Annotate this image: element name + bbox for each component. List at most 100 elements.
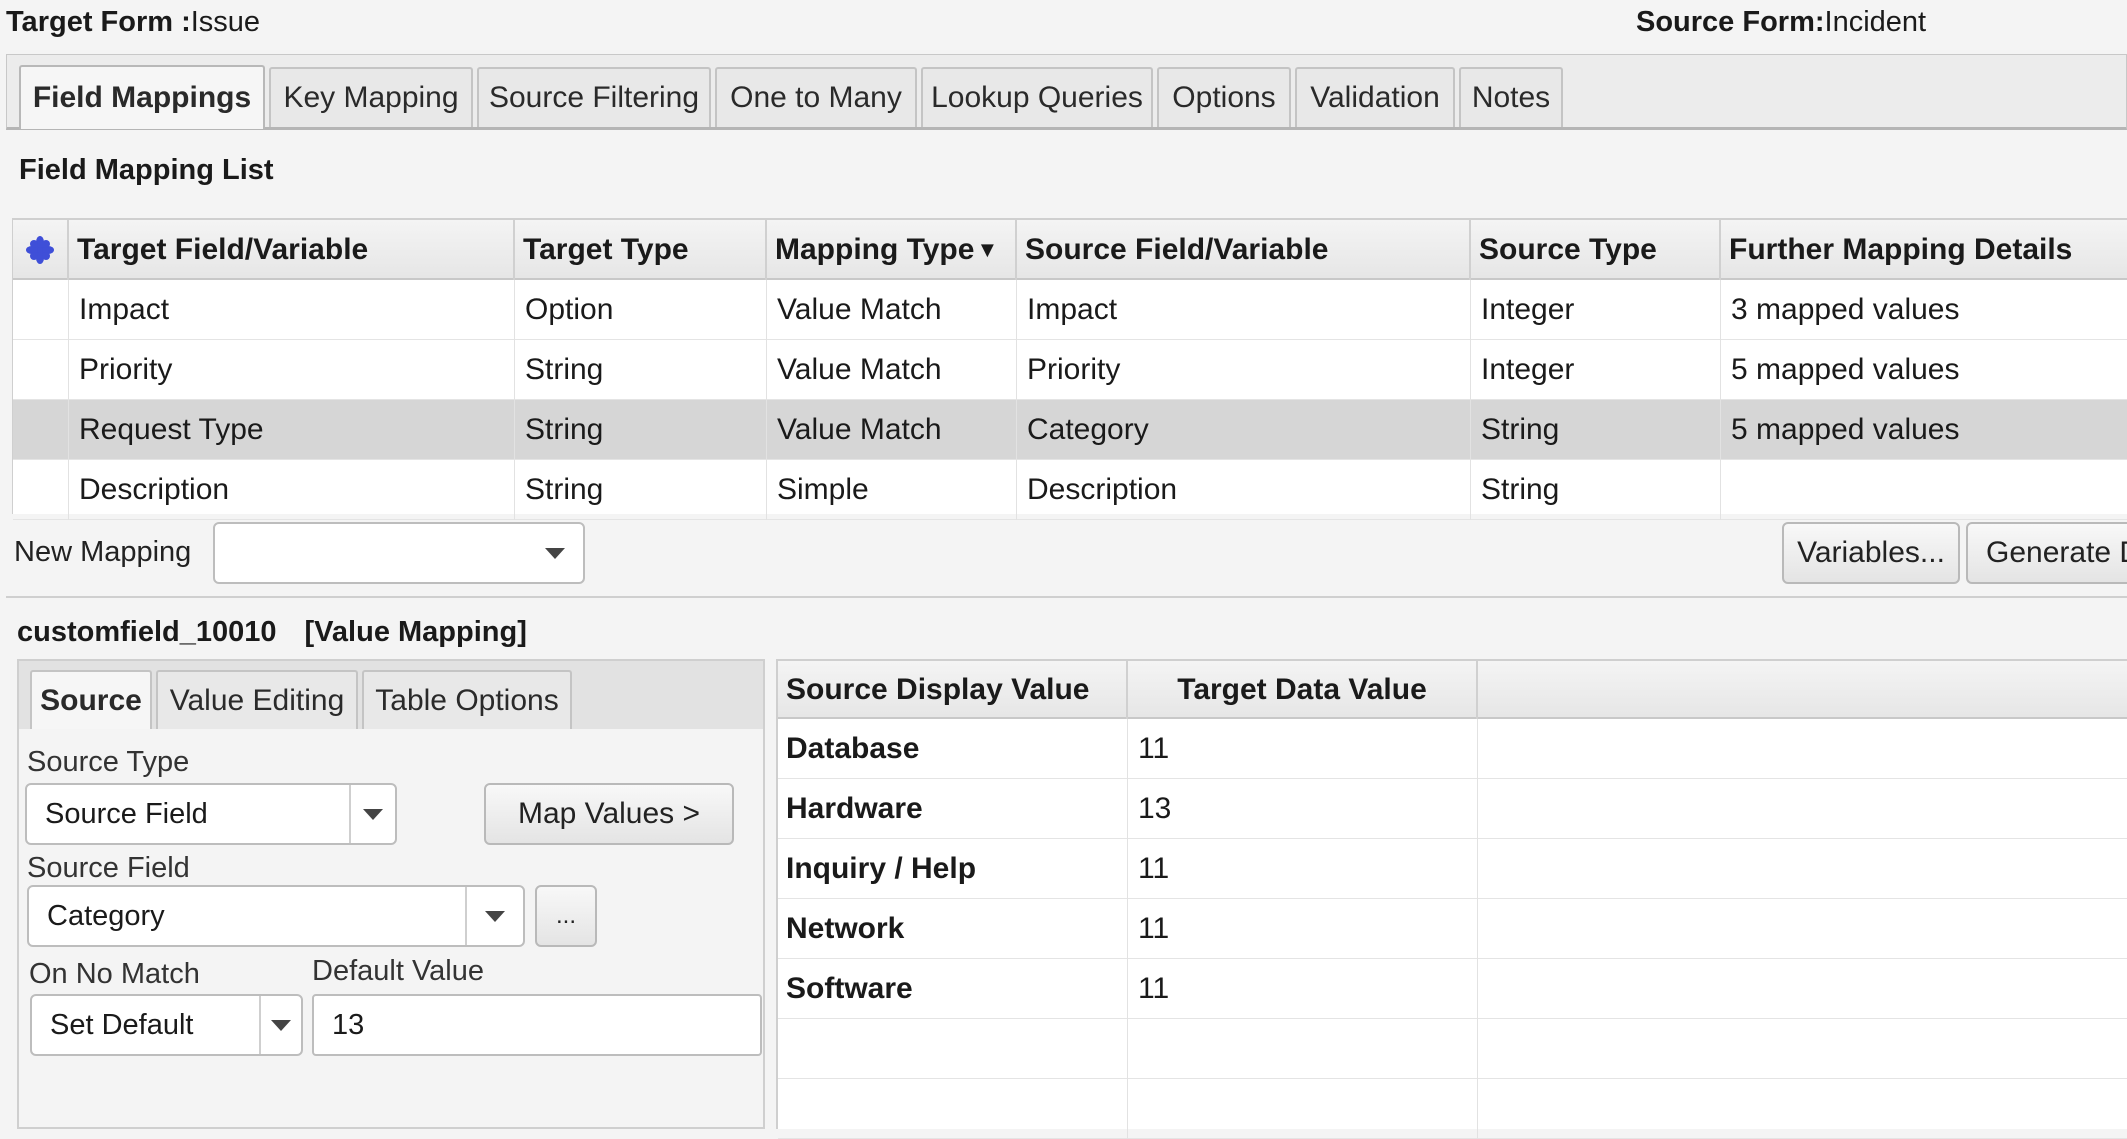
value-row[interactable]: Software 11 bbox=[778, 959, 2127, 1019]
cell-mapping-type: Simple bbox=[767, 460, 1017, 520]
field-mapping-table: Target Field/Variable Target Type Mappin… bbox=[12, 218, 2127, 520]
cell-target: Request Type bbox=[69, 400, 515, 460]
cell-source-type: Integer bbox=[1471, 340, 1721, 400]
tab-key-mapping[interactable]: Key Mapping bbox=[269, 67, 473, 127]
cell-target-data: 11 bbox=[1128, 899, 1478, 959]
dropdown-separator bbox=[259, 996, 261, 1054]
cell-source-display: Hardware bbox=[778, 779, 1128, 839]
field-mapping-list-title: Field Mapping List bbox=[19, 154, 274, 186]
detail-mapping-kind: [Value Mapping] bbox=[304, 616, 527, 648]
default-value-text: 13 bbox=[332, 1009, 365, 1041]
row-gutter bbox=[13, 340, 69, 400]
tab-value-editing[interactable]: Value Editing bbox=[156, 670, 358, 730]
cell-details: 3 mapped values bbox=[1731, 293, 1960, 326]
tab-table-options[interactable]: Table Options bbox=[362, 670, 572, 730]
value-row[interactable]: Database 11 bbox=[778, 719, 2127, 779]
cell-details: 5 mapped values bbox=[1731, 413, 1960, 446]
chevron-down-icon bbox=[545, 548, 565, 559]
tab-source[interactable]: Source bbox=[30, 670, 152, 730]
value-row[interactable]: Hardware 13 bbox=[778, 779, 2127, 839]
dropdown-separator bbox=[465, 887, 467, 945]
empty-row bbox=[778, 1079, 2127, 1139]
cell-source-type: String bbox=[1471, 460, 1721, 520]
cell-target-type: Option bbox=[515, 280, 767, 340]
column-source-display-value[interactable]: Source Display Value bbox=[778, 661, 1128, 719]
empty-cell bbox=[778, 1079, 1128, 1139]
row-gutter bbox=[13, 460, 69, 520]
cell-source: Priority bbox=[1017, 340, 1471, 400]
column-mapping-type[interactable]: Mapping Type ▼ bbox=[767, 220, 1017, 280]
table-row-selected[interactable]: Request Type String Value Match Category… bbox=[13, 400, 2127, 460]
value-mapping-table: Source Display Value Target Data Value D… bbox=[776, 659, 2127, 1139]
cell-source-display: Network bbox=[778, 899, 1128, 959]
cell-target-type: String bbox=[515, 340, 767, 400]
table-row[interactable]: Impact Option Value Match Impact Integer… bbox=[13, 280, 2127, 340]
cell-source-display: Inquiry / Help bbox=[778, 839, 1128, 899]
value-row[interactable]: Network 11 bbox=[778, 899, 2127, 959]
chevron-down-icon bbox=[363, 809, 383, 820]
chevron-down-icon bbox=[485, 911, 505, 922]
source-field-value: Category bbox=[47, 900, 165, 932]
column-mapping-type-label: Mapping Type bbox=[775, 233, 975, 266]
section-divider bbox=[6, 596, 2127, 598]
source-field-label: Source Field bbox=[27, 852, 190, 884]
column-target-data-value[interactable]: Target Data Value bbox=[1128, 661, 1478, 719]
empty-row bbox=[778, 1019, 2127, 1079]
source-form-label: Source Form: bbox=[1636, 6, 1825, 38]
cell-target: Description bbox=[69, 460, 515, 520]
table-header: Target Field/Variable Target Type Mappin… bbox=[13, 220, 2127, 280]
cell-mapping-type: Value Match bbox=[767, 280, 1017, 340]
value-row[interactable]: Inquiry / Help 11 bbox=[778, 839, 2127, 899]
cell-mapping-type: Value Match bbox=[767, 340, 1017, 400]
on-no-match-dropdown[interactable]: Set Default bbox=[30, 994, 303, 1056]
browse-button[interactable]: ... bbox=[535, 885, 597, 947]
default-value-input[interactable]: 13 bbox=[312, 994, 762, 1056]
cell-source: Category bbox=[1017, 400, 1471, 460]
tab-one-to-many[interactable]: One to Many bbox=[715, 67, 917, 127]
cell-target-data: 13 bbox=[1128, 779, 1478, 839]
tab-field-mappings[interactable]: Field Mappings bbox=[19, 65, 265, 129]
column-target-field[interactable]: Target Field/Variable bbox=[69, 220, 515, 280]
table-row[interactable]: Priority String Value Match Priority Int… bbox=[13, 340, 2127, 400]
value-table-header: Source Display Value Target Data Value bbox=[778, 661, 2127, 719]
dropdown-separator bbox=[349, 785, 351, 843]
empty-cell bbox=[778, 1019, 1128, 1079]
column-source-field[interactable]: Source Field/Variable bbox=[1017, 220, 1471, 280]
chevron-down-icon bbox=[271, 1020, 291, 1031]
default-value-label: Default Value bbox=[312, 955, 484, 987]
tab-source-filtering[interactable]: Source Filtering bbox=[477, 67, 711, 127]
cell-details: 5 mapped values bbox=[1731, 353, 1960, 386]
table-row[interactable]: Description String Simple Description St… bbox=[13, 460, 2127, 520]
tab-lookup-queries[interactable]: Lookup Queries bbox=[921, 67, 1153, 127]
column-target-type[interactable]: Target Type bbox=[515, 220, 767, 280]
source-type-value: Source Field bbox=[45, 798, 208, 830]
cell-source-display: Software bbox=[778, 959, 1128, 1019]
cell-target-data: 11 bbox=[1128, 719, 1478, 779]
cell-target-type: String bbox=[515, 400, 767, 460]
empty-cell bbox=[1128, 1079, 1478, 1139]
source-form-value: Incident bbox=[1824, 6, 1927, 38]
tab-options[interactable]: Options bbox=[1157, 67, 1291, 127]
row-gutter bbox=[13, 280, 69, 340]
tab-validation[interactable]: Validation bbox=[1295, 67, 1455, 127]
new-mapping-dropdown[interactable] bbox=[213, 522, 585, 584]
map-values-button[interactable]: Map Values > bbox=[484, 783, 734, 845]
column-further-details[interactable]: Further Mapping Details bbox=[1721, 220, 2127, 280]
source-type-dropdown[interactable]: Source Field bbox=[25, 783, 397, 845]
column-chooser-button[interactable] bbox=[13, 220, 69, 280]
variables-button[interactable]: Variables... bbox=[1782, 522, 1960, 584]
cell-source: Impact bbox=[1017, 280, 1471, 340]
sort-desc-icon: ▼ bbox=[976, 237, 999, 262]
source-field-dropdown[interactable]: Category bbox=[27, 885, 525, 947]
target-form-value: Issue bbox=[190, 6, 261, 38]
cell-target: Priority bbox=[69, 340, 515, 400]
detail-field-name: customfield_10010 bbox=[17, 616, 277, 648]
target-form-label: Target Form : bbox=[6, 6, 191, 38]
cell-target-data: 11 bbox=[1128, 839, 1478, 899]
generate-button[interactable]: Generate D bbox=[1966, 522, 2127, 584]
tab-notes[interactable]: Notes bbox=[1459, 67, 1563, 127]
cell-target-type: String bbox=[515, 460, 767, 520]
column-source-type[interactable]: Source Type bbox=[1471, 220, 1721, 280]
empty-cell bbox=[1128, 1019, 1478, 1079]
cell-details bbox=[1721, 460, 2127, 520]
